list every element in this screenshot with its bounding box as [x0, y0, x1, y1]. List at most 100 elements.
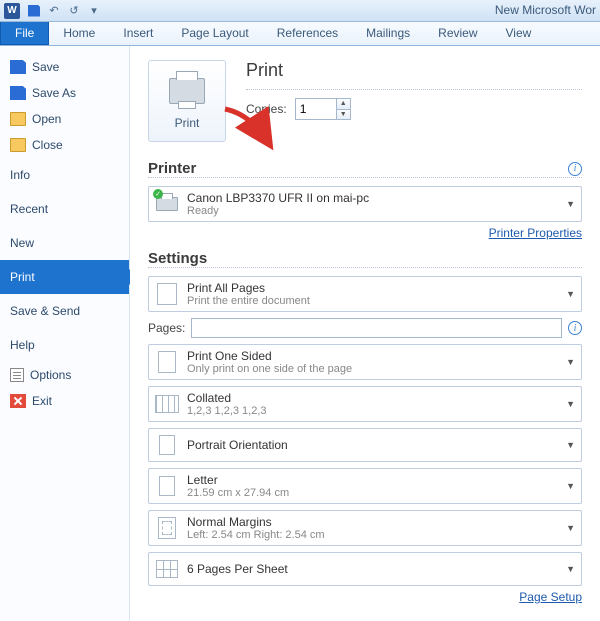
print-range-dropdown[interactable]: Print All Pages Print the entire documen… — [148, 276, 582, 312]
chevron-down-icon: ▼ — [566, 289, 575, 299]
printer-properties-link[interactable]: Printer Properties — [489, 226, 582, 240]
collation-title: Collated — [187, 391, 562, 405]
print-range-sub: Print the entire document — [187, 295, 562, 307]
print-panel: Print Print Copies: ▲ ▼ — [130, 46, 600, 621]
tab-view[interactable]: View — [492, 22, 546, 45]
sidebar-item-close[interactable]: Close — [0, 132, 129, 158]
sidebar-label: New — [10, 236, 34, 250]
sidebar-item-info[interactable]: Info — [0, 158, 129, 192]
customize-qat-icon[interactable]: ▾ — [86, 3, 102, 19]
undo-icon[interactable]: ↶ — [46, 3, 62, 19]
options-icon — [10, 368, 24, 382]
sidebar-label: Exit — [32, 394, 52, 408]
divider — [246, 89, 582, 90]
orientation-dropdown[interactable]: Portrait Orientation ▼ — [148, 428, 582, 462]
folder-open-icon — [10, 112, 26, 126]
backstage-sidebar: Save Save As Open Close Info Recent New … — [0, 46, 130, 621]
sidebar-label: Save — [32, 60, 59, 74]
printer-small-icon — [156, 197, 178, 211]
chevron-down-icon: ▼ — [566, 481, 575, 491]
word-app-icon: W — [4, 3, 20, 19]
sidebar-label: Help — [10, 338, 35, 352]
sidebar-item-save[interactable]: Save — [0, 54, 129, 80]
sidebar-item-open[interactable]: Open — [0, 106, 129, 132]
margins-sub: Left: 2.54 cm Right: 2.54 cm — [187, 529, 562, 541]
margins-icon — [158, 517, 176, 539]
copies-input[interactable] — [296, 99, 336, 119]
pages-per-sheet-title: 6 Pages Per Sheet — [187, 562, 562, 576]
tab-references[interactable]: References — [263, 22, 352, 45]
backstage-main: Save Save As Open Close Info Recent New … — [0, 46, 600, 621]
sidebar-item-options[interactable]: Options — [0, 362, 129, 388]
sidebar-label: Print — [10, 270, 35, 284]
printer-heading: Printer — [148, 160, 196, 177]
ready-check-icon: ✓ — [153, 189, 163, 199]
print-button[interactable]: Print — [148, 60, 226, 142]
sides-sub: Only print on one side of the page — [187, 363, 562, 375]
folder-close-icon — [10, 138, 26, 152]
print-button-label: Print — [175, 116, 200, 130]
sidebar-item-print[interactable]: Print — [0, 260, 129, 294]
sidebar-label: Options — [30, 368, 71, 382]
ribbon-tabs: File Home Insert Page Layout References … — [0, 22, 600, 46]
sidebar-item-recent[interactable]: Recent — [0, 192, 129, 226]
sidebar-item-saveas[interactable]: Save As — [0, 80, 129, 106]
exit-icon — [10, 394, 26, 408]
printer-status: Ready — [187, 205, 562, 217]
sidebar-item-new[interactable]: New — [0, 226, 129, 260]
page-setup-link[interactable]: Page Setup — [519, 590, 582, 604]
printer-name: Canon LBP3370 UFR II on mai-pc — [187, 191, 562, 205]
paper-sub: 21.59 cm x 27.94 cm — [187, 487, 562, 499]
printer-icon — [169, 78, 205, 104]
tab-home[interactable]: Home — [49, 22, 109, 45]
sidebar-item-savesend[interactable]: Save & Send — [0, 294, 129, 328]
collated-icon — [155, 395, 179, 413]
tab-insert[interactable]: Insert — [109, 22, 167, 45]
margins-dropdown[interactable]: Normal Margins Left: 2.54 cm Right: 2.54… — [148, 510, 582, 546]
print-range-title: Print All Pages — [187, 281, 562, 295]
title-bar: W ↶ ↺ ▾ New Microsoft Wor — [0, 0, 600, 22]
tab-review[interactable]: Review — [424, 22, 491, 45]
save-icon — [10, 60, 26, 74]
sides-title: Print One Sided — [187, 349, 562, 363]
chevron-down-icon: ▼ — [566, 199, 575, 209]
save-qat-icon[interactable] — [26, 3, 42, 19]
tab-pagelayout[interactable]: Page Layout — [167, 22, 262, 45]
sidebar-label: Save As — [32, 86, 76, 100]
sides-dropdown[interactable]: Print One Sided Only print on one side o… — [148, 344, 582, 380]
spinner-up-icon[interactable]: ▲ — [337, 99, 350, 110]
sidebar-item-exit[interactable]: Exit — [0, 388, 129, 414]
sidebar-label: Close — [32, 138, 63, 152]
tab-file[interactable]: File — [0, 22, 49, 45]
sidebar-label: Info — [10, 168, 30, 182]
multi-page-icon — [156, 560, 178, 578]
chevron-down-icon: ▼ — [566, 440, 575, 450]
pages-icon — [157, 283, 177, 305]
sidebar-item-help[interactable]: Help — [0, 328, 129, 362]
margins-title: Normal Margins — [187, 515, 562, 529]
window-title: New Microsoft Wor — [495, 3, 596, 17]
collation-sub: 1,2,3 1,2,3 1,2,3 — [187, 405, 562, 417]
save-as-icon — [10, 86, 26, 100]
paper-icon — [159, 476, 175, 496]
chevron-down-icon: ▼ — [566, 564, 575, 574]
divider — [148, 177, 582, 178]
copies-spinner[interactable]: ▲ ▼ — [295, 98, 351, 120]
collation-dropdown[interactable]: Collated 1,2,3 1,2,3 1,2,3 ▼ — [148, 386, 582, 422]
sidebar-label: Save & Send — [10, 304, 80, 318]
chevron-down-icon: ▼ — [566, 523, 575, 533]
one-sided-icon — [158, 351, 176, 373]
info-icon[interactable]: i — [568, 321, 582, 335]
info-icon[interactable]: i — [568, 162, 582, 176]
paper-size-dropdown[interactable]: Letter 21.59 cm x 27.94 cm ▼ — [148, 468, 582, 504]
pages-per-sheet-dropdown[interactable]: 6 Pages Per Sheet ▼ — [148, 552, 582, 586]
copies-label: Copies: — [246, 102, 287, 116]
print-heading: Print — [246, 60, 582, 81]
sidebar-label: Recent — [10, 202, 48, 216]
pages-input[interactable] — [191, 318, 562, 338]
redo-icon[interactable]: ↺ — [66, 3, 82, 19]
pages-label: Pages: — [148, 321, 185, 335]
spinner-down-icon[interactable]: ▼ — [337, 110, 350, 120]
printer-dropdown[interactable]: ✓ Canon LBP3370 UFR II on mai-pc Ready ▼ — [148, 186, 582, 222]
tab-mailings[interactable]: Mailings — [352, 22, 424, 45]
